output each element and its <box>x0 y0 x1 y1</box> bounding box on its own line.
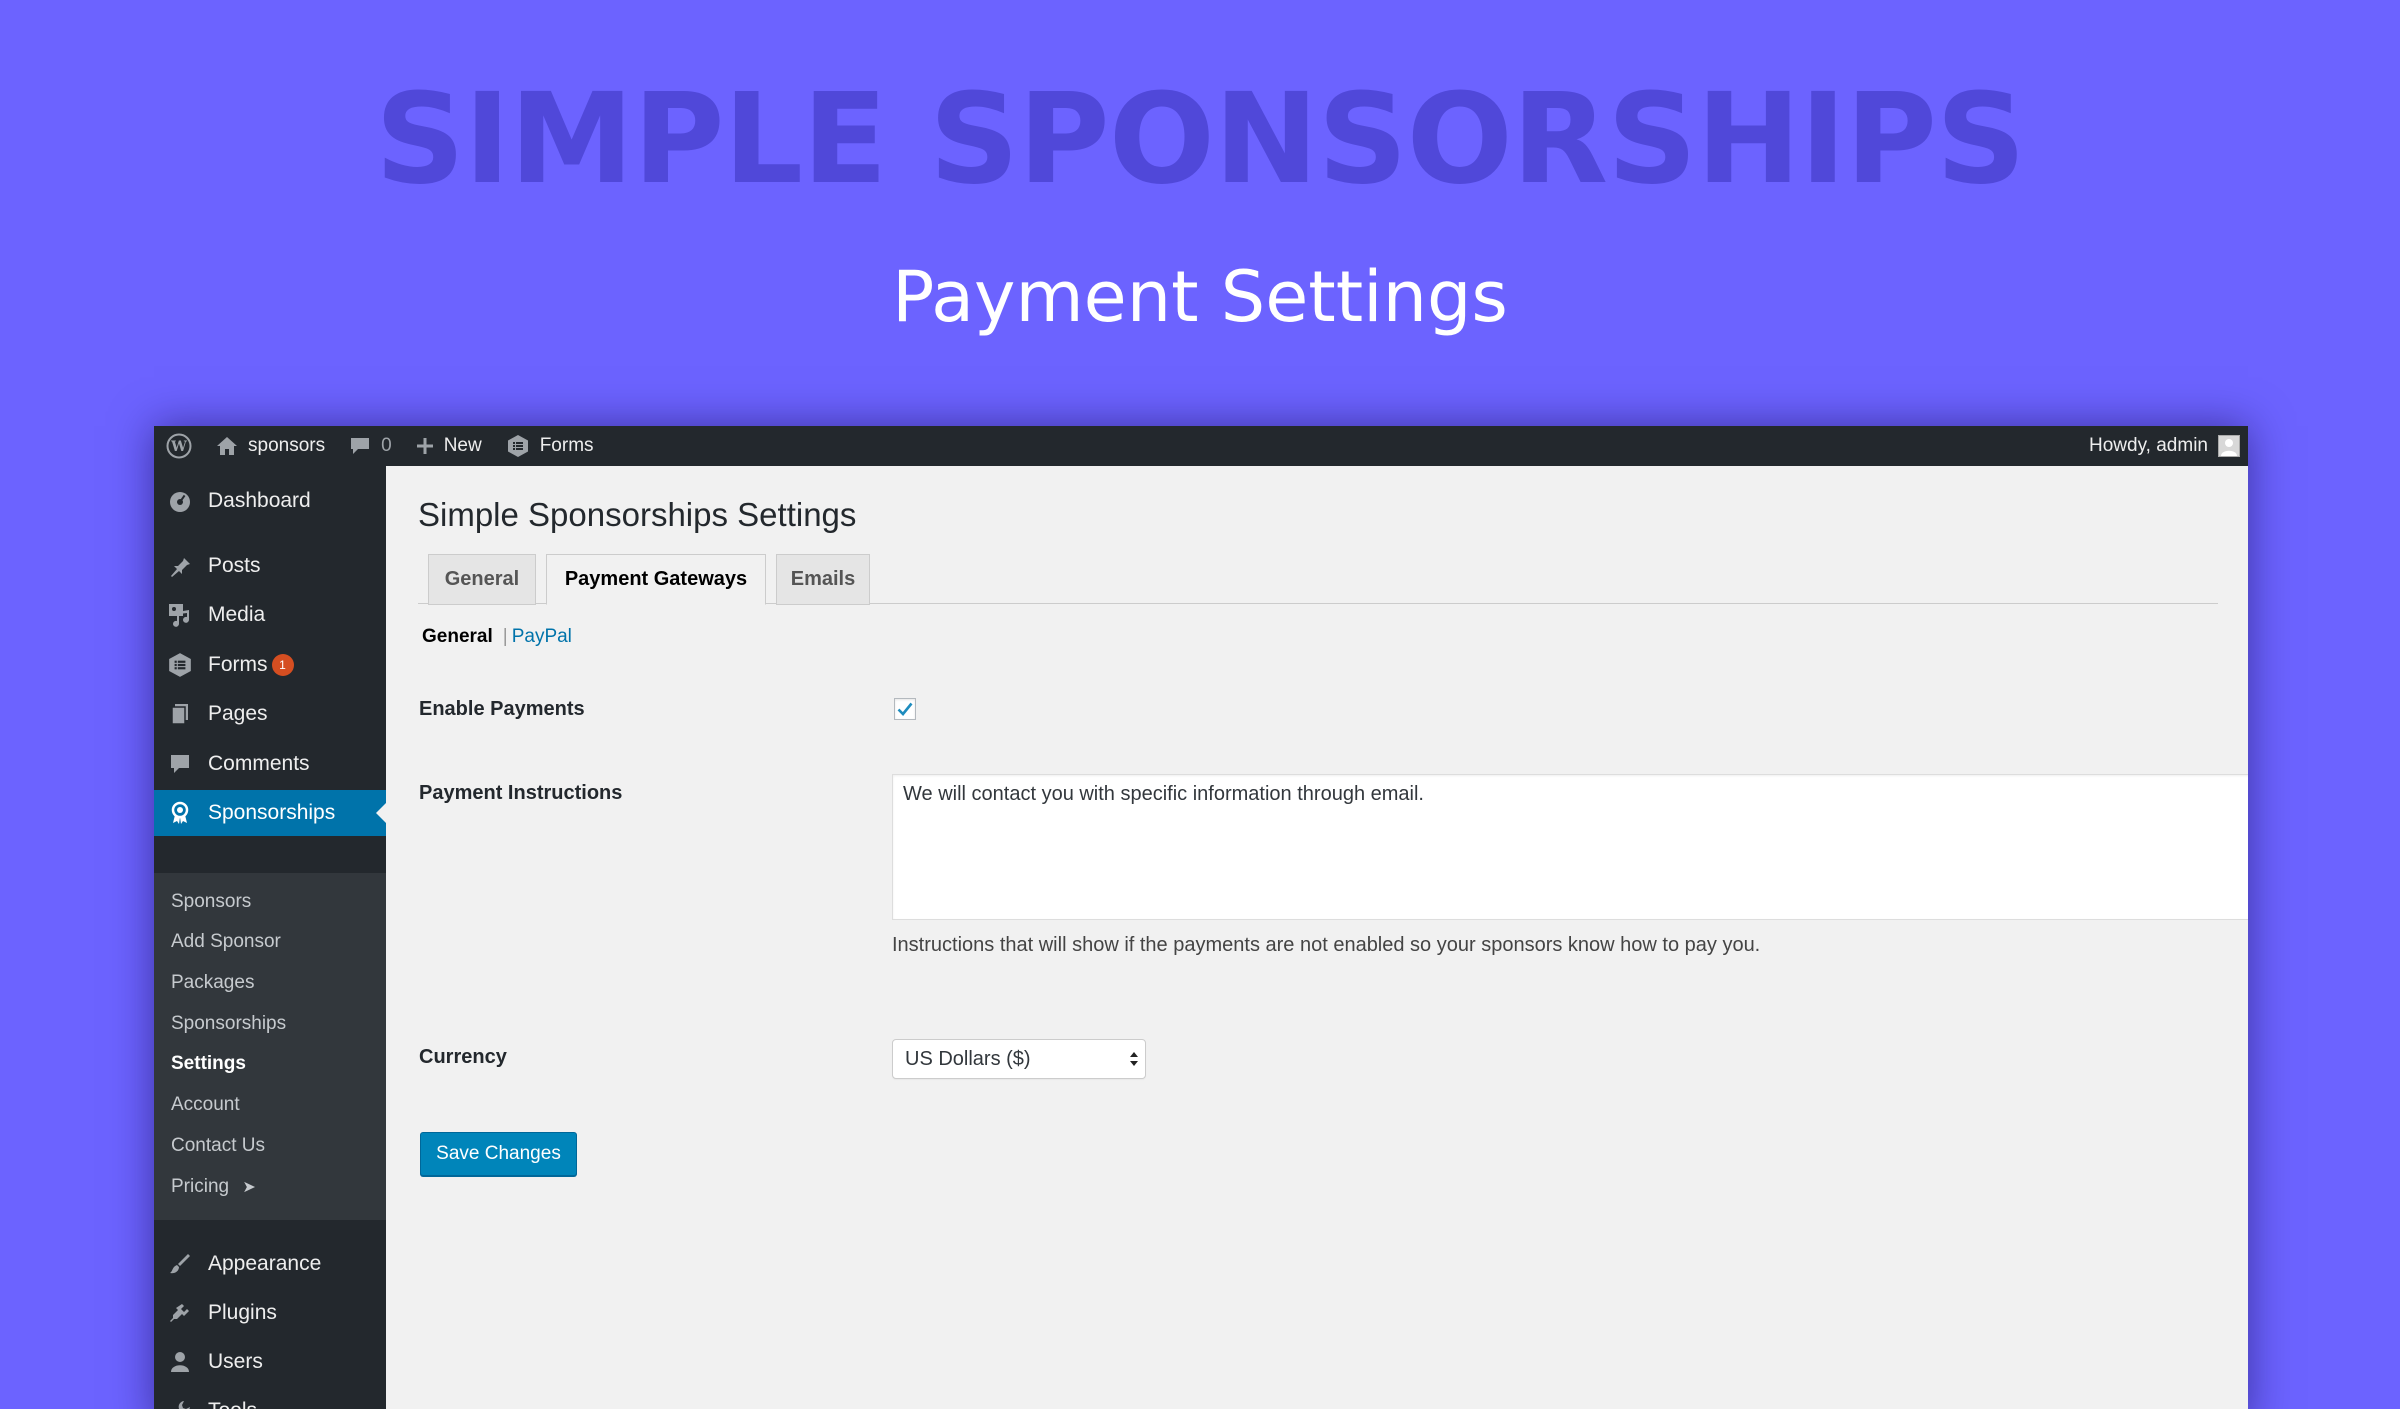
enable-payments-checkbox[interactable] <box>894 698 916 720</box>
admin-bar: W sponsors 0 New Forms Howdy, admin <box>154 426 2248 466</box>
page-title: Simple Sponsorships Settings <box>418 496 857 533</box>
payment-instructions-textarea[interactable]: We will contact you with specific inform… <box>892 774 2248 920</box>
media-icon <box>166 601 194 629</box>
new-content-link[interactable]: New <box>404 426 494 466</box>
pages-icon <box>166 700 194 728</box>
submenu-item-label: Pricing <box>171 1176 230 1197</box>
plus-icon <box>416 437 434 455</box>
tab-emails[interactable]: Emails <box>776 554 870 605</box>
sidebar-item-label: Posts <box>208 554 261 577</box>
sidebar-item-dashboard[interactable]: Dashboard <box>154 478 386 524</box>
comments-link[interactable]: 0 <box>337 426 404 466</box>
dashboard-icon <box>166 487 194 515</box>
save-changes-button[interactable]: Save Changes <box>420 1132 577 1176</box>
hero-title: SIMPLE SPONSORSHIPS <box>375 67 2026 212</box>
my-account-link[interactable]: Howdy, admin <box>2077 426 2248 466</box>
subsection-general[interactable]: General <box>422 626 493 647</box>
sidebar-item-label: Sponsorships <box>208 801 336 824</box>
paintbrush-icon <box>166 1250 194 1278</box>
wrench-icon <box>166 1397 194 1409</box>
subsection-paypal-link[interactable]: PayPal <box>512 626 572 647</box>
submenu-item-account[interactable]: Account <box>171 1094 240 1116</box>
sidebar-item-label: Pages <box>208 702 268 725</box>
comment-bubble-icon <box>349 436 371 456</box>
sidebar-item-users[interactable]: Users <box>154 1339 386 1385</box>
user-icon <box>166 1348 194 1376</box>
arrow-right-icon: ➤ <box>242 1179 256 1196</box>
submenu-item-settings[interactable]: Settings <box>171 1053 246 1075</box>
payment-instructions-description: Instructions that will show if the payme… <box>892 934 1761 956</box>
forms-icon <box>166 651 194 679</box>
sidebar-item-sponsorships[interactable]: Sponsorships <box>154 790 386 836</box>
sidebar-item-appearance[interactable]: Appearance <box>154 1241 386 1287</box>
plugin-icon <box>166 1299 194 1327</box>
notification-badge: 1 <box>271 654 294 676</box>
site-name: sponsors <box>248 435 326 456</box>
comments-count: 0 <box>381 435 392 456</box>
forms-icon <box>506 434 530 458</box>
textarea-value: We will contact you with specific inform… <box>903 783 1424 805</box>
home-icon <box>216 436 238 456</box>
sponsorships-submenu: Sponsors Add Sponsor Packages Sponsorshi… <box>154 873 386 1220</box>
submenu-item-sponsors[interactable]: Sponsors <box>171 891 251 913</box>
wp-admin-window: W sponsors 0 New Forms Howdy, admin Dash… <box>154 426 2248 1409</box>
sidebar-item-label: Comments <box>208 752 310 775</box>
sidebar-item-plugins[interactable]: Plugins <box>154 1290 386 1336</box>
award-icon <box>166 799 194 827</box>
new-label: New <box>443 435 482 456</box>
select-arrows-icon <box>1130 1052 1138 1066</box>
sidebar-item-label: Tools <box>208 1399 257 1409</box>
submenu-item-pricing[interactable]: Pricing ➤ <box>171 1176 256 1198</box>
site-name-link[interactable]: sponsors <box>204 426 337 466</box>
sidebar-item-label: Forms <box>208 653 268 676</box>
settings-tabs: General Payment Gateways Emails <box>418 554 2218 605</box>
currency-select[interactable]: US Dollars ($) <box>892 1039 1146 1079</box>
wordpress-logo-icon: W <box>166 433 192 459</box>
submenu-item-contact-us[interactable]: Contact Us <box>171 1135 265 1157</box>
greeting: Howdy, admin <box>2089 435 2208 456</box>
checkmark-icon <box>897 702 913 716</box>
admin-sidebar: Dashboard Posts Media Forms 1 Pages Comm… <box>154 466 386 1409</box>
sidebar-item-forms[interactable]: Forms 1 <box>154 642 386 688</box>
enable-payments-label: Enable Payments <box>419 698 585 720</box>
sidebar-item-posts[interactable]: Posts <box>154 543 386 589</box>
subsection-separator: | <box>502 626 508 647</box>
svg-text:W: W <box>170 439 187 455</box>
submenu-item-sponsorships[interactable]: Sponsorships <box>171 1013 286 1035</box>
currency-selected-value: US Dollars ($) <box>905 1047 1031 1070</box>
pushpin-icon <box>166 552 194 580</box>
submenu-item-packages[interactable]: Packages <box>171 972 254 994</box>
tab-general[interactable]: General <box>428 554 536 605</box>
sidebar-item-label: Appearance <box>208 1252 322 1275</box>
currency-label: Currency <box>419 1046 507 1068</box>
sidebar-item-comments[interactable]: Comments <box>154 741 386 787</box>
main-content: Simple Sponsorships Settings General Pay… <box>386 466 2248 1409</box>
submenu-item-add-sponsor[interactable]: Add Sponsor <box>171 931 281 953</box>
tab-payment-gateways[interactable]: Payment Gateways <box>546 554 766 605</box>
sidebar-item-label: Dashboard <box>208 489 311 512</box>
sidebar-item-tools[interactable]: Tools <box>154 1388 386 1409</box>
hero-subtitle: Payment Settings <box>892 256 1508 338</box>
avatar <box>2218 435 2240 457</box>
forms-link[interactable]: Forms <box>494 426 606 466</box>
sidebar-item-media[interactable]: Media <box>154 592 386 638</box>
wordpress-logo-button[interactable]: W <box>154 426 204 466</box>
payment-instructions-label: Payment Instructions <box>419 782 623 804</box>
sidebar-item-label: Media <box>208 603 266 626</box>
forms-label: Forms <box>539 435 594 456</box>
sidebar-item-label: Users <box>208 1350 263 1373</box>
subsection-nav: General | PayPal <box>422 626 572 648</box>
comment-icon <box>166 750 194 778</box>
sidebar-item-pages[interactable]: Pages <box>154 691 386 737</box>
sidebar-item-label: Plugins <box>208 1301 277 1324</box>
